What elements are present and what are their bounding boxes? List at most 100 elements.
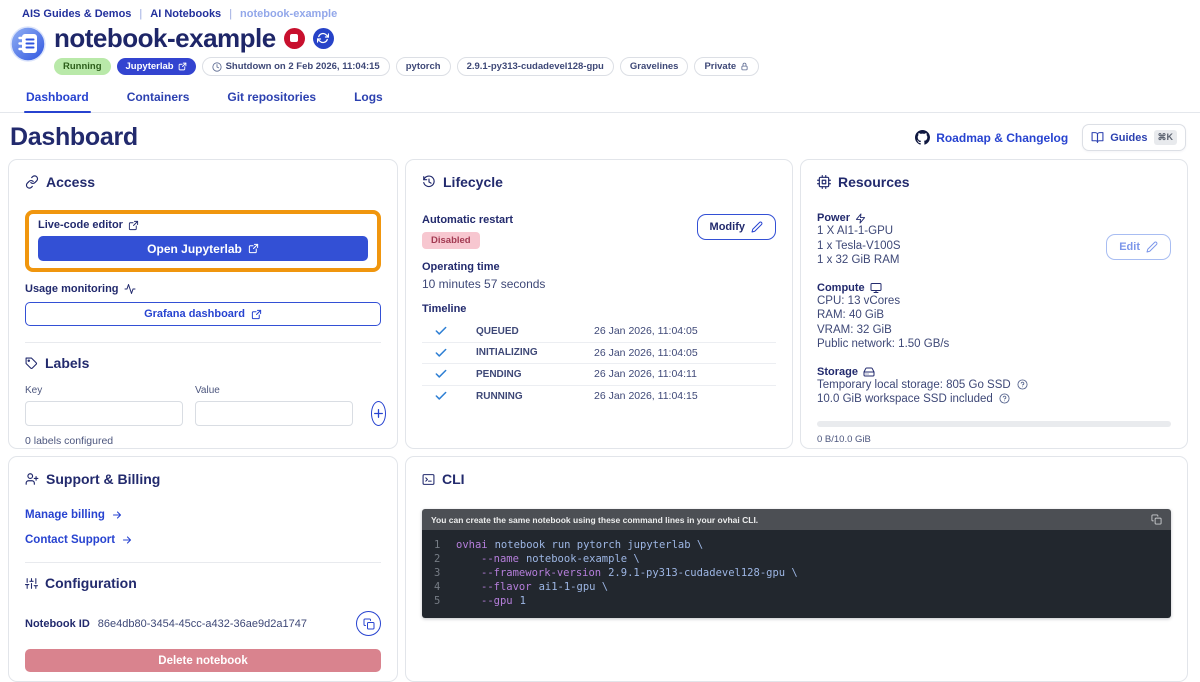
check-icon: [435, 369, 447, 378]
stop-notebook-button[interactable]: [283, 27, 305, 49]
manage-billing-link[interactable]: Manage billing: [25, 509, 381, 521]
restart-notebook-button[interactable]: [312, 27, 334, 49]
timeline: QUEUED 26 Jan 2026, 11:04:05 INITIALIZIN…: [422, 321, 776, 407]
copy-icon[interactable]: [1151, 514, 1162, 525]
external-link-icon: [128, 220, 139, 230]
resources-title: Resources: [838, 174, 910, 190]
help-icon[interactable]: [1017, 379, 1028, 390]
key-label: Key: [25, 385, 43, 396]
value-label: Value: [195, 385, 220, 396]
link-icon: [25, 175, 39, 189]
user-icon: [25, 473, 39, 485]
operating-time-value: 10 minutes 57 seconds: [422, 277, 546, 291]
value-input[interactable]: [195, 401, 353, 426]
version-badge: 2.9.1-py313-cudadevel128-gpu: [456, 57, 614, 76]
guides-button[interactable]: Guides ⌘K: [1082, 124, 1186, 151]
add-label-button[interactable]: [371, 401, 386, 426]
tab-dashboard[interactable]: Dashboard: [24, 86, 91, 113]
breadcrumb-separator: |: [139, 8, 143, 20]
configuration-title: Configuration: [45, 575, 137, 591]
auto-restart-label: Automatic restart: [422, 214, 514, 226]
check-icon: [435, 391, 447, 400]
timeline-row: PENDING 26 Jan 2026, 11:04:11: [422, 364, 776, 386]
cli-card: CLI You can create the same notebook usi…: [405, 456, 1188, 682]
grafana-dashboard-button[interactable]: Grafana dashboard: [25, 302, 381, 326]
edit-resources-button[interactable]: Edit: [1106, 234, 1171, 260]
modify-button[interactable]: Modify: [696, 214, 776, 240]
lifecycle-card: Lifecycle Automatic restart Disabled Mod…: [405, 159, 793, 449]
usage-monitoring-label: Usage monitoring: [25, 283, 119, 295]
tab-bar: Dashboard Containers Git repositories Lo…: [0, 86, 1200, 113]
check-icon: [435, 348, 447, 357]
lifecycle-title: Lifecycle: [443, 174, 503, 190]
open-jupyterlab-button[interactable]: Open Jupyterlab: [38, 236, 368, 261]
timeline-row: RUNNING 26 Jan 2026, 11:04:15: [422, 386, 776, 408]
storage-group: Storage Temporary local storage: 805 Go …: [817, 366, 1171, 407]
cli-code-block: You can create the same notebook using t…: [422, 509, 1171, 618]
breadcrumb-current: notebook-example: [240, 8, 338, 20]
breadcrumb-separator: |: [229, 8, 233, 20]
jupyterlab-badge[interactable]: Jupyterlab: [116, 58, 196, 75]
status-badge: Running: [54, 58, 111, 75]
plus-icon: [374, 409, 383, 418]
arrow-right-icon: [123, 536, 132, 544]
labels-title: Labels: [45, 355, 90, 371]
breadcrumb-notebooks[interactable]: AI Notebooks: [150, 8, 221, 20]
cli-banner: You can create the same notebook using t…: [431, 514, 759, 525]
timeline-row: QUEUED 26 Jan 2026, 11:04:05: [422, 321, 776, 343]
auto-restart-status-badge: Disabled: [422, 232, 480, 249]
tab-logs[interactable]: Logs: [352, 86, 385, 112]
refresh-icon: [317, 32, 330, 44]
support-billing-title: Support & Billing: [46, 471, 161, 487]
access-card: Access Live-code editor Open Jupyterlab …: [8, 159, 398, 449]
contact-support-link[interactable]: Contact Support: [25, 534, 381, 546]
notebook-title: notebook-example: [54, 23, 276, 53]
arrow-right-icon: [112, 511, 121, 519]
timeline-row: INITIALIZING 26 Jan 2026, 11:04:05: [422, 343, 776, 364]
notebook-header: notebook-example Running Jupyterlab Shut…: [0, 20, 1200, 76]
clock-icon: [211, 61, 222, 72]
lock-icon: [741, 62, 748, 71]
shutdown-badge: Shutdown on 2 Feb 2026, 11:04:15: [201, 57, 390, 76]
help-icon[interactable]: [999, 393, 1010, 405]
pencil-icon: [1146, 241, 1158, 253]
live-code-editor-label: Live-code editor: [38, 219, 123, 231]
stop-icon: [290, 34, 299, 42]
cli-title: CLI: [442, 471, 465, 487]
copy-notebook-id-button[interactable]: [356, 611, 381, 636]
activity-icon: [124, 284, 136, 294]
resources-card: Resources Edit Power 1 X AI1-1-GPU 1 x T…: [800, 159, 1188, 449]
storage-usage-text: 0 B/10.0 GiB: [817, 433, 871, 445]
sliders-icon: [25, 577, 38, 589]
breadcrumb: AIS Guides & Demos | AI Notebooks | note…: [0, 0, 1200, 20]
cpu-icon: [817, 175, 831, 189]
key-input[interactable]: [25, 401, 183, 426]
storage-label: Storage: [817, 365, 858, 378]
privacy-badge: Private: [694, 57, 760, 76]
power-label: Power: [817, 212, 851, 224]
region-badge: Gravelines: [619, 57, 689, 76]
divider: [25, 342, 381, 343]
check-icon: [435, 326, 447, 335]
roadmap-changelog-link[interactable]: Roadmap & Changelog: [915, 130, 1068, 145]
hard-drive-icon: [863, 367, 875, 376]
labels-count: 0 labels configured: [25, 435, 114, 447]
notebook-logo: [10, 26, 46, 62]
divider: [25, 562, 381, 563]
timeline-label: Timeline: [422, 303, 467, 315]
breadcrumb-project[interactable]: AIS Guides & Demos: [22, 8, 131, 20]
highlight-annotation: Live-code editor Open Jupyterlab: [25, 210, 381, 272]
cli-code[interactable]: 1 ovhai notebook run pytorch jupyterlab \ …: [422, 530, 1171, 618]
tab-containers[interactable]: Containers: [125, 86, 192, 112]
book-icon: [1091, 132, 1104, 143]
support-card: Support & Billing Manage billing Contact…: [8, 456, 398, 682]
copy-icon: [363, 618, 374, 629]
badges-row: Running Jupyterlab Shutdown on 2 Feb 202…: [54, 57, 760, 76]
compute-label: Compute: [817, 281, 865, 294]
delete-notebook-button[interactable]: Delete notebook: [25, 649, 381, 672]
access-title: Access: [46, 174, 96, 190]
external-link-icon: [251, 309, 262, 319]
tab-git-repositories[interactable]: Git repositories: [225, 86, 318, 112]
terminal-icon: [422, 473, 435, 485]
external-link-icon: [178, 62, 186, 71]
